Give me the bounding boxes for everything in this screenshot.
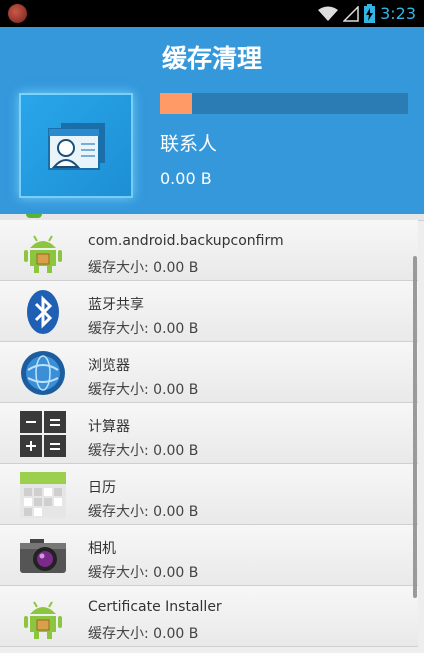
app-name: 蓝牙共享 bbox=[88, 297, 144, 313]
app-name: Certificate Installer bbox=[88, 599, 222, 615]
app-name: 浏览器 bbox=[88, 358, 130, 374]
list-item[interactable]: 浏览器 缓存大小: 0.00 B bbox=[0, 342, 418, 403]
app-cache-size: 缓存大小: 0.00 B bbox=[88, 565, 199, 581]
calendar-icon bbox=[20, 472, 66, 518]
app-cache-size: 缓存大小: 0.00 B bbox=[88, 260, 199, 276]
app-cache-list[interactable]: com.android.backupconfirm 缓存大小: 0.00 B 蓝… bbox=[0, 214, 424, 653]
cache-progress-bar bbox=[160, 93, 408, 114]
camera-icon bbox=[20, 539, 66, 573]
cache-progress-fill bbox=[160, 93, 193, 114]
list-scrollbar[interactable] bbox=[413, 256, 417, 598]
bluetooth-icon bbox=[27, 290, 59, 334]
contacts-icon bbox=[48, 123, 105, 170]
app-cache-size: 缓存大小: 0.00 B bbox=[88, 443, 199, 459]
list-item[interactable]: com.android.backupconfirm 缓存大小: 0.00 B bbox=[0, 220, 418, 281]
signal-icon bbox=[343, 5, 359, 22]
list-item[interactable]: 相机 缓存大小: 0.00 B bbox=[0, 525, 418, 586]
calculator-icon bbox=[20, 411, 66, 457]
list-item[interactable]: 日历 缓存大小: 0.00 B bbox=[0, 464, 418, 525]
app-cache-size: 缓存大小: 0.00 B bbox=[88, 504, 199, 520]
page-title: 缓存清理 bbox=[161, 44, 262, 73]
wifi-icon bbox=[318, 6, 339, 21]
app-name: 相机 bbox=[88, 541, 116, 557]
battery-charging-icon bbox=[364, 4, 376, 23]
android-icon bbox=[24, 235, 62, 273]
status-bar: 3:23 bbox=[0, 0, 424, 27]
current-app-size: 0.00 B bbox=[160, 169, 212, 188]
app-cache-size: 缓存大小: 0.00 B bbox=[88, 321, 199, 337]
browser-globe-icon bbox=[21, 351, 65, 395]
clock: 3:23 bbox=[380, 4, 416, 23]
list-item[interactable]: 计算器 缓存大小: 0.00 B bbox=[0, 403, 418, 464]
status-icons: 3:23 bbox=[318, 3, 416, 24]
android-icon bbox=[24, 601, 62, 639]
app-name: 日历 bbox=[88, 480, 116, 496]
app-name: 计算器 bbox=[88, 419, 130, 435]
current-app-icon-frame bbox=[19, 93, 133, 198]
list-item[interactable]: 蓝牙共享 缓存大小: 0.00 B bbox=[0, 281, 418, 342]
current-app-name: 联系人 bbox=[160, 133, 218, 155]
app-cache-size: 缓存大小: 0.00 B bbox=[88, 626, 199, 642]
notification-app-icon bbox=[8, 4, 27, 23]
cache-header: 缓存清理 联系人 0.00 B bbox=[0, 27, 424, 214]
app-cache-size: 缓存大小: 0.00 B bbox=[88, 382, 199, 398]
list-item[interactable]: Certificate Installer 缓存大小: 0.00 B bbox=[0, 586, 418, 647]
app-name: com.android.backupconfirm bbox=[88, 233, 284, 249]
